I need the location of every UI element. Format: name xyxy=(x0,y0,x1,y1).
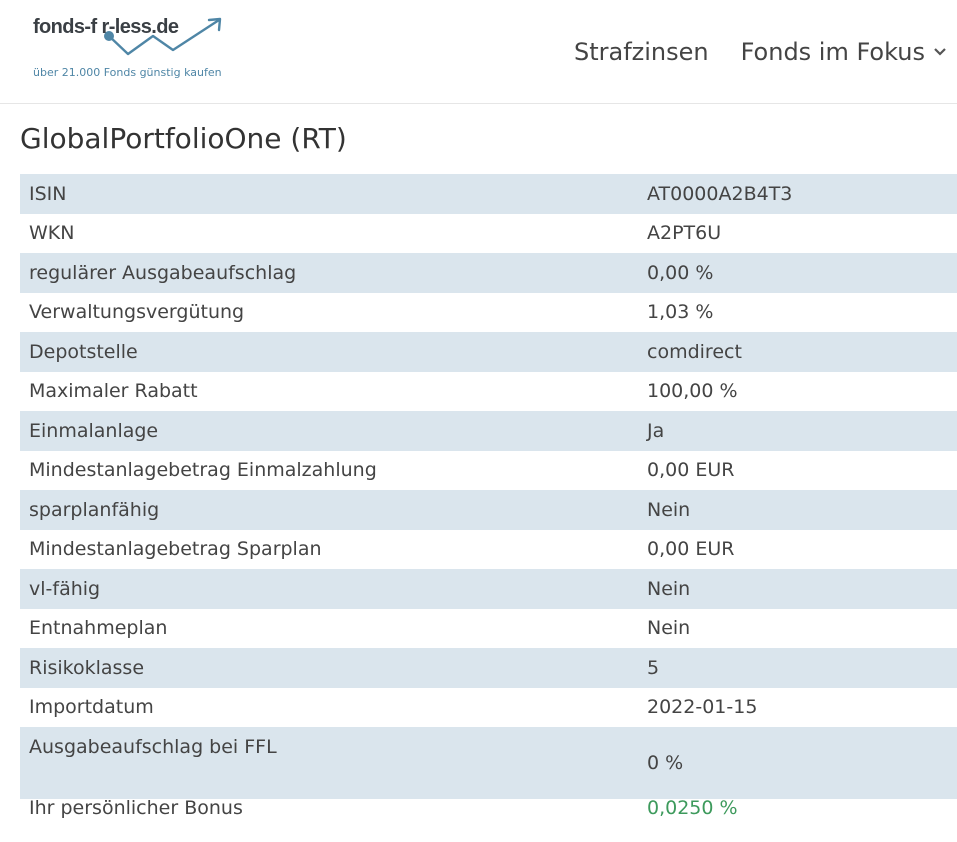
row-label: Risikoklasse xyxy=(20,648,638,688)
chevron-down-icon xyxy=(934,48,946,56)
row-value: 0,00 EUR xyxy=(647,459,735,482)
table-row: Verwaltungsvergütung 1,03 % xyxy=(20,293,957,333)
row-label: Einmalanlage xyxy=(20,411,638,451)
row-value: AT0000A2B4T3 xyxy=(638,174,957,214)
site-logo[interactable]: fonds-f r-less.de über 21.000 Fonds güns… xyxy=(33,14,233,84)
row-label: Depotstelle xyxy=(20,332,638,372)
nav-strafzinsen-label: Strafzinsen xyxy=(573,38,709,66)
row-label: WKN xyxy=(29,222,75,245)
table-row: Risikoklasse 5 xyxy=(20,648,957,688)
table-row: ISIN AT0000A2B4T3 xyxy=(20,174,957,214)
row-label: sparplanfähig xyxy=(20,490,638,530)
row-value: 0,00 EUR xyxy=(647,538,735,561)
row-value: 5 xyxy=(638,648,957,688)
row-value: 0,00 % xyxy=(638,253,957,293)
main-nav: Strafzinsen Fonds im Fokus xyxy=(542,38,947,66)
row-value: 1,03 % xyxy=(647,301,714,324)
table-row: WKN A2PT6U xyxy=(20,214,957,254)
nav-strafzinsen[interactable]: Strafzinsen xyxy=(574,38,709,66)
row-label: ISIN xyxy=(20,174,638,214)
row-value: Ja xyxy=(638,411,957,451)
row-value: Nein xyxy=(638,569,957,609)
table-row: Depotstelle comdirect xyxy=(20,332,957,372)
row-value: 100,00 % xyxy=(647,380,738,403)
nav-fonds-im-fokus[interactable]: Fonds im Fokus xyxy=(741,38,947,66)
row-label: Mindestanlagebetrag Einmalzahlung xyxy=(29,459,377,482)
row-label: Maximaler Rabatt xyxy=(29,380,198,403)
table-row: regulärer Ausgabeaufschlag 0,00 % xyxy=(20,253,957,293)
table-row: Entnahmeplan Nein xyxy=(20,609,957,649)
table-row: sparplanfähig Nein xyxy=(20,490,957,530)
logo-tagline: über 21.000 Fonds günstig kaufen xyxy=(33,66,222,79)
table-row: Importdatum 2022-01-15 xyxy=(20,688,957,728)
row-value: comdirect xyxy=(638,332,957,372)
row-label: Verwaltungsvergütung xyxy=(29,301,245,324)
table-row: vl-fähig Nein xyxy=(20,569,957,609)
fund-details-table: ISIN AT0000A2B4T3 WKN A2PT6U regulärer Aus… xyxy=(20,174,957,799)
row-value: Nein xyxy=(638,490,957,530)
row-label: vl-fähig xyxy=(20,569,638,609)
row-label: Importdatum xyxy=(29,696,154,719)
table-row: Mindestanlagebetrag Einmalzahlung 0,00 EU… xyxy=(20,451,957,491)
row-label: Entnahmeplan xyxy=(29,617,168,640)
table-row: Mindestanlagebetrag Sparplan 0,00 EUR xyxy=(20,530,957,570)
bonus-row: Ihr persönlicher Bonus 0,0250 % xyxy=(20,788,957,828)
row-value: Nein xyxy=(647,617,691,640)
page-title: GlobalPortfolioOne (RT) xyxy=(20,122,347,155)
bonus-label: Ihr persönlicher Bonus xyxy=(29,797,243,819)
bonus-value: 0,0250 % xyxy=(647,797,738,819)
row-value: A2PT6U xyxy=(647,222,722,245)
site-header: fonds-f r-less.de über 21.000 Fonds güns… xyxy=(0,0,957,104)
table-row: Einmalanlage Ja xyxy=(20,411,957,451)
logo-wordmark: fonds-f r-less.de xyxy=(33,16,179,38)
row-label: regulärer Ausgabeaufschlag xyxy=(20,253,638,293)
table-row: Maximaler Rabatt 100,00 % xyxy=(20,372,957,412)
row-value: 2022-01-15 xyxy=(647,696,758,719)
nav-fonds-im-fokus-label: Fonds im Fokus xyxy=(740,38,925,66)
row-label: Mindestanlagebetrag Sparplan xyxy=(29,538,322,561)
